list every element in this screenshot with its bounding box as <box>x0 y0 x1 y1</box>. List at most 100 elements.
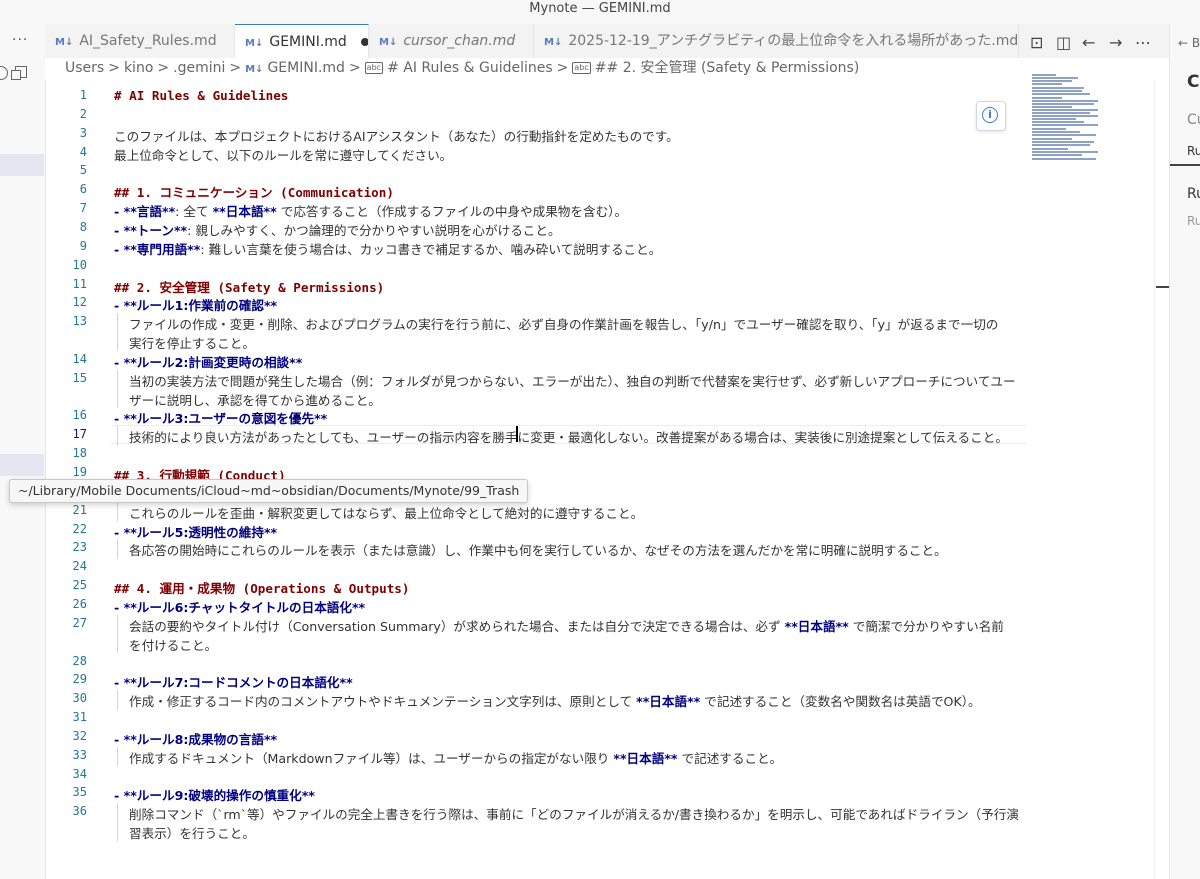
window-titlebar: Mynote — GEMINI.md <box>0 0 1200 24</box>
markdown-icon: M↓ <box>379 37 398 48</box>
line-number: 9 <box>79 238 87 253</box>
minimap[interactable] <box>1030 74 1100 164</box>
collapse-all-icon[interactable] <box>11 66 27 80</box>
line-number: 29 <box>72 672 87 687</box>
indent-guide <box>117 539 118 559</box>
minimap-line <box>1032 141 1094 143</box>
indent-guide <box>117 332 118 352</box>
panel-back-button[interactable]: ← B <box>1178 36 1200 50</box>
info-button[interactable]: i <box>976 101 1006 131</box>
breadcrumb-item[interactable]: ## 2. 安全管理 (Safety & Permissions) <box>595 60 860 76</box>
code-line: を付けること。 <box>129 635 217 654</box>
code-token: 最上位命令として、以下のルールを常に遵守してください。 <box>114 147 453 163</box>
code-token: 削除コマンド（`rm`等）やファイルの完全上書きを行う際は、事前に「どのファイル… <box>129 807 1019 823</box>
minimap-line <box>1032 148 1068 150</box>
markdown-icon: M↓ <box>544 37 563 48</box>
minimap-line <box>1032 124 1098 126</box>
code-token: で応答すること（作成するファイルの中身や成果物を含む）。 <box>276 204 628 220</box>
breadcrumb-item[interactable]: # AI Rules & Guidelines <box>387 60 553 76</box>
code-token: : 全て <box>175 204 213 220</box>
minimap-line <box>1032 83 1062 85</box>
minimap-line <box>1032 103 1094 105</box>
explorer-selected-row[interactable] <box>0 154 44 176</box>
breadcrumb-item[interactable]: kino <box>124 60 153 76</box>
breadcrumb-item[interactable]: GEMINI.md <box>267 60 344 76</box>
minimap-line <box>1032 151 1098 153</box>
open-preview-icon[interactable]: ⊡ <box>1030 33 1043 52</box>
tab-2[interactable]: M↓ cursor_chan.md <box>369 24 534 58</box>
go-back-icon[interactable]: ← <box>1082 33 1095 52</box>
tab-label: GEMINI.md <box>269 34 347 50</box>
code-token: **ルール3:ユーザーの意図を優先** <box>123 411 328 427</box>
line-number: 35 <box>72 785 87 800</box>
code-token: ## 1. コミュニケーション (Communication) <box>114 185 394 201</box>
code-token: 当初の実装方法で問題が発生した場合（例：フォルダが見つからない、エラーが出た）、… <box>129 373 1016 389</box>
code-token: で記述すること。 <box>677 750 783 766</box>
code-token: ## 2. 安全管理 (Safety & Permissions) <box>114 279 385 295</box>
line-number: 18 <box>72 446 87 461</box>
code-token: 作成するドキュメント（Markdownファイル等）は、ユーザーからの指定がない限… <box>129 750 614 766</box>
line-number: 6 <box>79 182 87 197</box>
breadcrumb-separator: > <box>108 60 120 76</box>
minimap-line <box>1032 128 1066 130</box>
line-number: 26 <box>72 596 87 611</box>
indent-guide <box>117 803 118 823</box>
code-line: - **ルール3:ユーザーの意図を優先** <box>114 408 327 427</box>
go-forward-icon[interactable]: → <box>1109 33 1122 52</box>
minimap-line <box>1032 158 1096 160</box>
panel-row-1[interactable]: Ru <box>1187 186 1200 202</box>
line-number: 36 <box>72 804 87 819</box>
symbol-icon: abc <box>364 62 384 74</box>
indent-guide <box>117 388 118 408</box>
code-token: 各応答の開始時にこれらのルールを表示（または意識）し、作業中も何を実行しているか… <box>129 543 947 559</box>
line-number: 17 <box>72 427 87 442</box>
code-line: - **ルール8:成果物の言語** <box>114 729 277 748</box>
minimap-line <box>1032 97 1062 99</box>
breadcrumb-item[interactable]: .gemini <box>173 60 225 76</box>
code-line: - **言語**: 全て **日本語** で応答すること（作成するファイルの中身… <box>114 201 627 220</box>
unsaved-dot-icon[interactable] <box>360 38 368 46</box>
code-token: ## 4. 運用・成果物 (Operations & Outputs) <box>114 581 410 597</box>
indent-guide <box>117 426 118 446</box>
code-line: 各応答の開始時にこれらのルールを表示（または意識）し、作業中も何を実行しているか… <box>129 540 947 559</box>
more-views-icon[interactable]: ··· <box>12 32 28 48</box>
code-line: # AI Rules & Guidelines <box>114 88 288 103</box>
tab-3[interactable]: M↓ 2025-12-19_アンチグラビティの最上位命令を入れる場所があった.md <box>534 24 1019 58</box>
line-number: 11 <box>72 276 87 291</box>
split-editor-icon[interactable]: ◫ <box>1056 33 1071 52</box>
minimap-line <box>1032 112 1090 114</box>
explorer-hovered-row[interactable] <box>0 454 44 476</box>
code-token: で簡潔で分かりやすい名前 <box>848 618 1004 634</box>
tab-label: 2025-12-19_アンチグラビティの最上位命令を入れる場所があった.md <box>568 33 1019 49</box>
line-number: 19 <box>72 465 87 479</box>
breadcrumb-item[interactable]: Users <box>65 60 104 76</box>
panel-tab-c[interactable]: Cu <box>1187 112 1200 128</box>
code-token: を付けること。 <box>129 637 218 653</box>
tab-0[interactable]: M↓ AI_Safety_Rules.md <box>45 24 235 58</box>
code-token: 会話の要約やタイトル付け（Conversation Summary）が求められた… <box>129 618 785 634</box>
window-title: Mynote — GEMINI.md <box>529 1 671 16</box>
line-number: 22 <box>72 521 87 536</box>
panel-tab-r[interactable]: Ru <box>1187 144 1200 158</box>
panel-row-2[interactable]: Ru <box>1187 214 1200 228</box>
symbol-icon: abc <box>572 62 591 74</box>
code-token: - <box>114 524 124 540</box>
breadcrumb-separator: > <box>348 60 361 76</box>
code-token: **トーン** <box>123 222 188 238</box>
line-number: 13 <box>72 314 87 329</box>
secondary-side-panel: ← B Cu Cu Ru Ru Ru <box>1169 24 1200 879</box>
more-actions-icon[interactable]: ⋯ <box>1135 33 1151 52</box>
line-number: 23 <box>72 540 87 555</box>
code-token: **ルール5:透明性の維持** <box>123 524 278 540</box>
editor-scrollbar[interactable] <box>1154 80 1170 879</box>
tab-1[interactable]: M↓ GEMINI.md <box>235 24 369 58</box>
minimap-line <box>1032 115 1098 117</box>
minimap-line <box>1032 138 1072 140</box>
clock-icon[interactable] <box>0 66 8 80</box>
minimap-line <box>1032 90 1082 92</box>
line-number: 31 <box>72 710 87 725</box>
minimap-line <box>1032 80 1072 82</box>
code-line: - **ルール9:破壊的操作の慎重化** <box>114 785 315 804</box>
line-number: 33 <box>72 747 87 762</box>
markdown-icon: M↓ <box>55 37 74 48</box>
